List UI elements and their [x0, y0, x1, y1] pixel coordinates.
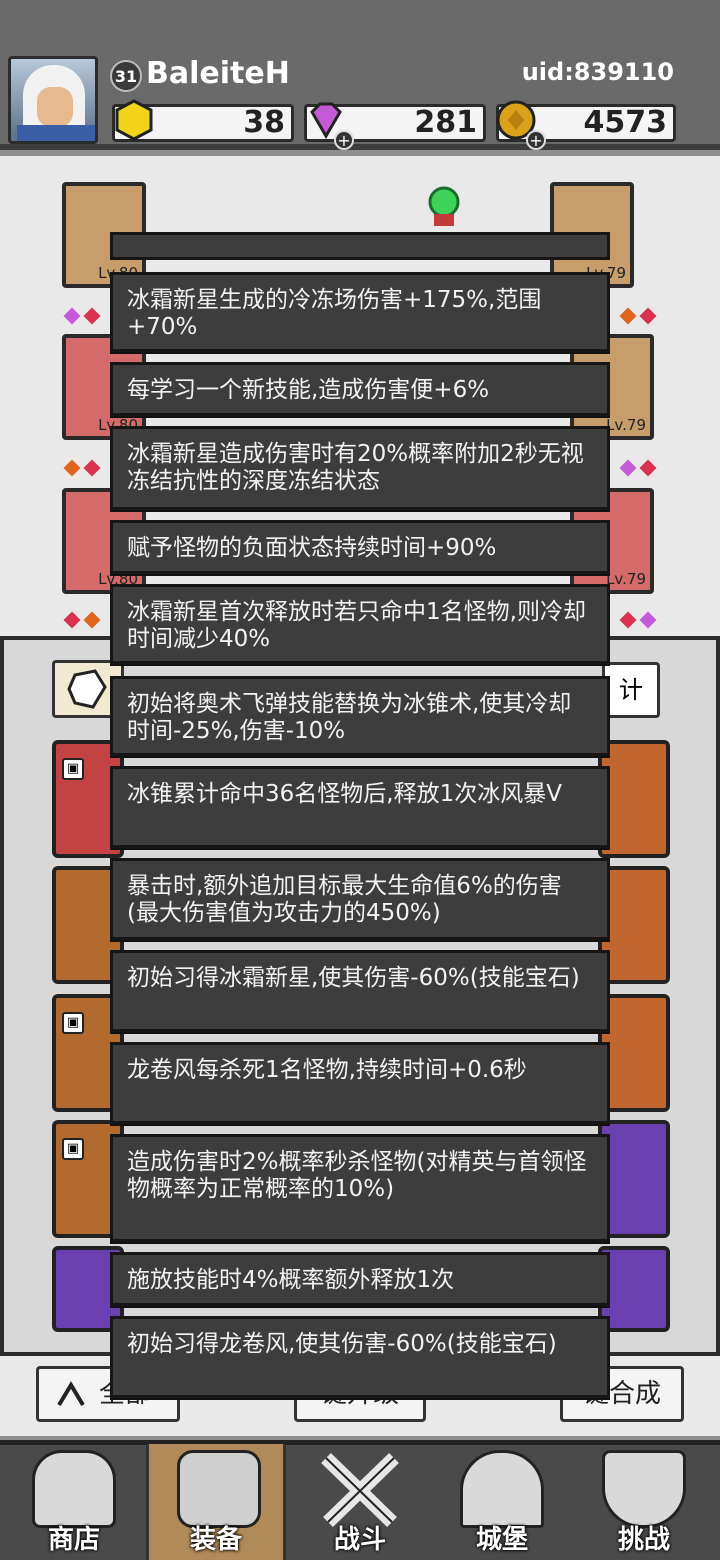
lock-icon: ▣ [62, 1012, 84, 1034]
tooltip-card: 初始习得龙卷风,使其伤害-60%(技能宝石) [110, 1316, 610, 1398]
tooltip-card: 造成伤害时2%概率秒杀怪物(对精英与首领怪物概率为正常概率的10%) [110, 1134, 610, 1242]
tab-stats[interactable]: 计 [602, 662, 660, 718]
tooltip-card: 每学习一个新技能,造成伤害便+6% [110, 362, 610, 416]
tooltip-card: 初始习得冰霜新星,使其伤害-60%(技能宝石) [110, 950, 610, 1032]
shield-icon [602, 1450, 686, 1528]
tooltip-card: 暴击时,额外追加目标最大生命值6%的伤害(最大伤害值为攻击力的450%) [110, 858, 610, 940]
nav-equipment[interactable]: 装备 [146, 1444, 286, 1560]
nav-battle[interactable]: 战斗 [290, 1444, 430, 1560]
tooltip-card: 冰霜新星造成伤害时有20%概率附加2秒无视冻结抗性的深度冻结状态 [110, 426, 610, 510]
lock-icon: ▣ [62, 1138, 84, 1160]
tooltip-card: 初始将奥术飞弹技能替换为冰锥术,使其冷却时间-25%,伤害-10% [110, 676, 610, 756]
tooltip-card: 施放技能时4%概率额外释放1次 [110, 1252, 610, 1306]
gold-hexagon-icon [115, 99, 153, 141]
tooltip-card: 冰锥累计命中36名怪物后,释放1次冰风暴V [110, 766, 610, 848]
castle-icon [460, 1450, 544, 1528]
backpack-icon [177, 1450, 261, 1528]
player-name: BaleiteH [146, 56, 290, 91]
nav-challenge[interactable]: 挑战 [574, 1444, 714, 1560]
nav-castle[interactable]: 城堡 [432, 1444, 572, 1560]
tooltip-card: 赋予怪物的负面状态持续时间+90% [110, 520, 610, 574]
lock-icon: ▣ [62, 758, 84, 780]
player-level-badge: 31 [110, 60, 142, 92]
caret-up-icon [57, 1381, 85, 1407]
add-gem-button[interactable]: + [334, 130, 354, 150]
add-coin-button[interactable]: + [526, 130, 546, 150]
player-uid: uid:839110 [521, 58, 674, 86]
player-avatar[interactable] [8, 56, 98, 144]
tooltip-card: 冰霜新星生成的冷冻场伤害+175%,范围+70% [110, 272, 610, 352]
tooltip-card: 龙卷风每杀死1名怪物,持续时间+0.6秒 [110, 1042, 610, 1124]
tooltip-card: 冰霜新星首次释放时若只命中1名怪物,则冷却时间减少40% [110, 584, 610, 664]
shop-icon [32, 1450, 116, 1528]
tooltip-stack-top-edge [110, 232, 610, 260]
staff-orb-icon [428, 186, 460, 226]
nav-shop[interactable]: 商店 [4, 1444, 144, 1560]
